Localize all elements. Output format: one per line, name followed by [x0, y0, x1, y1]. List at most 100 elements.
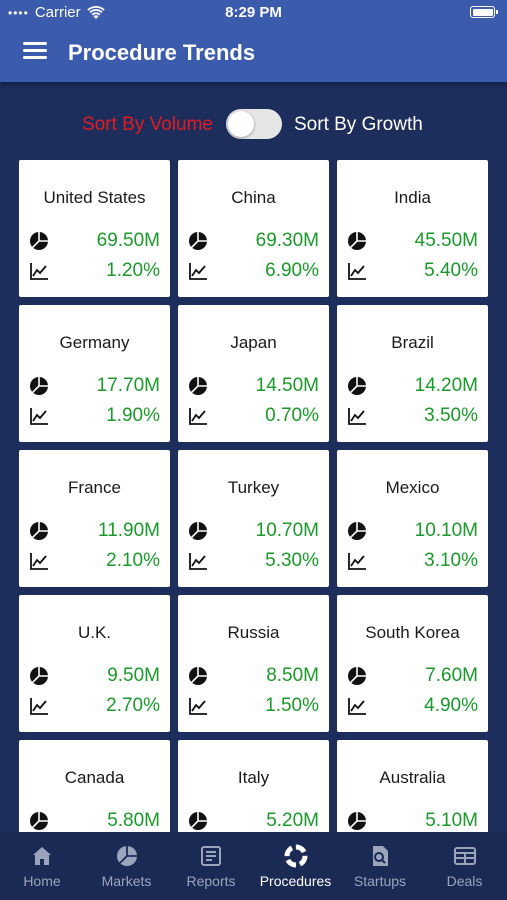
volume-row: 14.20M [347, 374, 478, 398]
growth-row: 2.70% [29, 694, 160, 718]
country-name: China [231, 188, 276, 207]
line-chart-icon [29, 261, 49, 281]
pie-chart-icon [29, 376, 49, 396]
volume-row: 7.60M [347, 664, 478, 688]
volume-value: 8.50M [266, 665, 319, 686]
country-name: Russia [227, 623, 280, 642]
country-card[interactable]: India 45.50M 5.40% [337, 160, 488, 297]
toggle-knob [228, 111, 254, 137]
tab-home[interactable]: Home [0, 832, 84, 900]
hamburger-menu-icon[interactable] [23, 42, 47, 62]
pie-chart-icon [347, 521, 367, 541]
tab-deals[interactable]: Deals [423, 832, 507, 900]
growth-value: 1.20% [106, 260, 160, 281]
country-card[interactable]: France 11.90M 2.10% [19, 450, 170, 587]
volume-row: 69.50M [29, 229, 160, 253]
line-chart-icon [188, 551, 208, 571]
growth-value: 6.90% [265, 260, 319, 281]
country-card[interactable]: South Korea 7.60M 4.90% [337, 595, 488, 732]
volume-row: 5.10M [347, 809, 478, 833]
volume-value: 69.50M [96, 230, 160, 251]
tab-markets[interactable]: Markets [85, 832, 169, 900]
line-chart-icon [29, 406, 49, 426]
growth-value: 3.10% [424, 550, 478, 571]
growth-row: 0.70% [188, 404, 319, 428]
volume-value: 14.50M [255, 375, 319, 396]
pie-chart-icon [29, 231, 49, 251]
growth-value: 2.70% [106, 695, 160, 716]
country-name: India [394, 188, 431, 207]
deals-icon [453, 844, 477, 868]
growth-row: 1.20% [29, 259, 160, 283]
volume-value: 5.80M [107, 810, 160, 831]
sort-toggle-switch[interactable] [226, 109, 282, 139]
volume-value: 5.10M [425, 810, 478, 831]
volume-row: 5.20M [188, 809, 319, 833]
growth-value: 4.90% [424, 695, 478, 716]
growth-row: 3.50% [347, 404, 478, 428]
volume-value: 11.90M [98, 520, 160, 541]
line-chart-icon [188, 406, 208, 426]
growth-value: 0.70% [265, 405, 319, 426]
country-card[interactable]: Turkey 10.70M 5.30% [178, 450, 329, 587]
volume-value: 10.70M [255, 520, 319, 541]
page-title: Procedure Trends [68, 40, 256, 65]
volume-row: 14.50M [188, 374, 319, 398]
home-icon [30, 844, 54, 868]
line-chart-icon [347, 696, 367, 716]
volume-value: 69.30M [255, 230, 319, 251]
procedures-icon [284, 844, 308, 868]
growth-row: 5.40% [347, 259, 478, 283]
growth-row: 6.90% [188, 259, 319, 283]
tab-label: Reports [186, 873, 236, 889]
growth-value: 5.40% [424, 260, 478, 281]
volume-value: 9.50M [107, 665, 160, 686]
pie-chart-icon [347, 231, 367, 251]
report-icon [199, 844, 223, 868]
line-chart-icon [347, 406, 367, 426]
volume-row: 69.30M [188, 229, 319, 253]
pie-chart-icon [188, 666, 208, 686]
growth-value: 5.30% [265, 550, 319, 571]
bottom-tab-bar: Home Markets Reports Procedures Startups Deal… [0, 832, 507, 900]
volume-value: 17.70M [96, 375, 160, 396]
volume-value: 5.20M [266, 810, 319, 831]
pie-chart-icon [347, 666, 367, 686]
pie-chart-icon [29, 811, 49, 831]
tab-label: Procedures [259, 873, 332, 889]
tab-procedures[interactable]: Procedures [254, 832, 338, 900]
tab-label: Home [23, 873, 61, 889]
country-card[interactable]: China 69.30M 6.90% [178, 160, 329, 297]
tab-startups[interactable]: Startups [338, 832, 422, 900]
pie-chart-icon [347, 811, 367, 831]
sort-by-growth-label[interactable]: Sort By Growth [294, 114, 423, 136]
growth-row: 4.90% [347, 694, 478, 718]
volume-value: 14.20M [414, 375, 478, 396]
country-card[interactable]: Brazil 14.20M 3.50% [337, 305, 488, 442]
volume-row: 5.80M [29, 809, 160, 833]
pie-chart-icon [188, 376, 208, 396]
growth-value: 3.50% [424, 405, 478, 426]
pie-chart-icon [347, 376, 367, 396]
line-chart-icon [188, 261, 208, 281]
tab-label: Startups [353, 873, 407, 889]
tab-reports[interactable]: Reports [169, 832, 253, 900]
country-card[interactable]: Germany 17.70M 1.90% [19, 305, 170, 442]
growth-row: 3.10% [347, 549, 478, 573]
line-chart-icon [347, 261, 367, 281]
country-name: South Korea [365, 623, 460, 642]
growth-row: 2.10% [29, 549, 160, 573]
growth-row: 1.50% [188, 694, 319, 718]
country-card[interactable]: Mexico 10.10M 3.10% [337, 450, 488, 587]
pie-chart-icon [188, 521, 208, 541]
volume-row: 45.50M [347, 229, 478, 253]
country-card[interactable]: Russia 8.50M 1.50% [178, 595, 329, 732]
country-card[interactable]: United States 69.50M 1.20% [19, 160, 170, 297]
country-name: Germany [59, 333, 130, 352]
country-card[interactable]: U.K. 9.50M 2.70% [19, 595, 170, 732]
sort-by-volume-label[interactable]: Sort By Volume [82, 114, 213, 136]
pie-chart-icon [115, 844, 139, 868]
growth-row: 5.30% [188, 549, 319, 573]
country-card-grid: United States 69.50M 1.20% China 69.30M 6.90%… [19, 160, 489, 877]
country-card[interactable]: Japan 14.50M 0.70% [178, 305, 329, 442]
